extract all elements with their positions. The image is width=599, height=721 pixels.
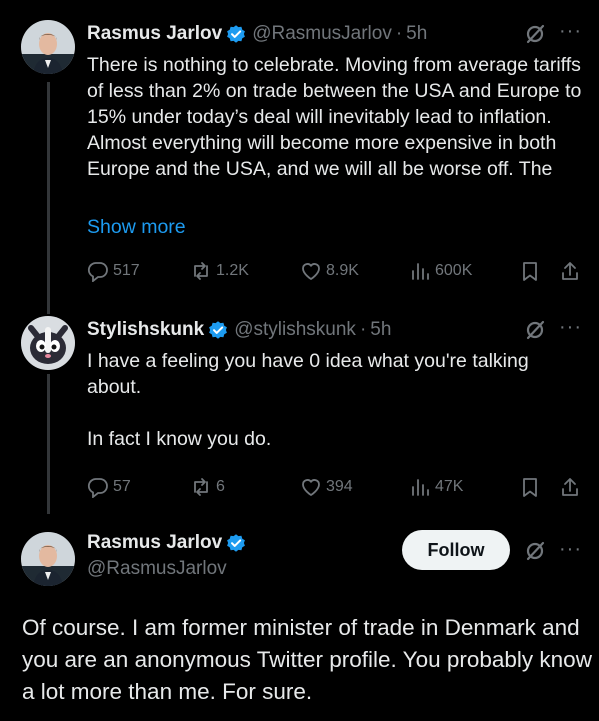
more-options-icon[interactable]: ··· [559, 316, 582, 339]
tweet-text: There is nothing to celebrate. Moving fr… [87, 54, 582, 180]
timestamp[interactable]: 5h [406, 23, 427, 45]
action-bar: 517 1.2K 8.9K 600K [87, 260, 587, 286]
verified-badge-icon [226, 24, 247, 44]
view-count: 600K [435, 262, 473, 279]
separator: · [359, 319, 367, 340]
author-handle[interactable]: @stylishskunk [234, 319, 356, 341]
author-name-row: Rasmus Jarlov [87, 532, 247, 554]
tweet-rasmus-reply-focused[interactable]: Rasmus Jarlov @RasmusJarlov Follow ··· O… [0, 516, 599, 721]
show-more-link[interactable]: Show more [87, 216, 186, 239]
separator: · [395, 23, 403, 44]
repost-count: 6 [216, 478, 225, 495]
repost-icon [194, 262, 208, 280]
thread-line [47, 82, 50, 314]
tweet-text-line1: I have a feeling you have 0 idea what yo… [87, 350, 529, 398]
author-handle[interactable]: @RasmusJarlov [252, 23, 392, 45]
thread-line [47, 374, 50, 514]
tweet-stylishskunk-reply[interactable]: Stylishskunk @stylishskunk · 5h ··· I ha… [0, 316, 599, 514]
repost-button[interactable]: 1.2K [190, 260, 249, 282]
timestamp[interactable]: 5h [370, 319, 391, 341]
bookmark-icon [523, 478, 537, 497]
avatar[interactable] [21, 316, 75, 370]
repost-count: 1.2K [216, 262, 249, 279]
verified-badge-icon [226, 533, 247, 553]
like-button[interactable]: 394 [300, 476, 353, 498]
like-count: 8.9K [326, 262, 359, 279]
like-icon [302, 479, 320, 496]
author-name[interactable]: Rasmus Jarlov [87, 23, 222, 45]
verified-badge-icon [208, 320, 229, 340]
bookmark-button[interactable] [519, 476, 545, 498]
author-name[interactable]: Stylishskunk [87, 319, 204, 341]
reply-button[interactable]: 57 [87, 476, 131, 498]
views-icon [412, 479, 429, 496]
avatar[interactable] [21, 20, 75, 74]
like-button[interactable]: 8.9K [300, 260, 359, 282]
share-icon [562, 262, 578, 280]
avatar[interactable] [21, 532, 75, 586]
share-button[interactable] [559, 260, 585, 282]
reply-count: 517 [113, 262, 140, 279]
author-name[interactable]: Rasmus Jarlov [87, 532, 222, 554]
views-button[interactable]: 47K [409, 476, 463, 498]
grok-icon[interactable] [524, 540, 546, 562]
author-handle[interactable]: @RasmusJarlov [87, 558, 227, 580]
more-options-icon[interactable]: ··· [559, 538, 582, 561]
like-count: 394 [326, 478, 353, 495]
tweet-text-line2: In fact I know you do. [87, 428, 272, 450]
repost-icon [194, 478, 208, 496]
follow-button[interactable]: Follow [402, 530, 510, 570]
reply-icon [87, 262, 108, 282]
share-icon [562, 478, 578, 496]
tweet-header: Rasmus Jarlov @RasmusJarlov · 5h [87, 20, 427, 48]
grok-icon[interactable] [524, 319, 546, 341]
reply-button[interactable]: 517 [87, 260, 140, 282]
share-button[interactable] [559, 476, 585, 498]
views-button[interactable]: 600K [409, 260, 472, 282]
tweet-header: Stylishskunk @stylishskunk · 5h [87, 316, 391, 344]
tweet-text: Of course. I am former minister of trade… [22, 615, 592, 704]
views-icon [412, 263, 429, 280]
reply-count: 57 [113, 478, 131, 495]
action-bar: 57 6 394 47K [87, 476, 587, 502]
bookmark-button[interactable] [519, 260, 545, 282]
grok-icon[interactable] [524, 23, 546, 45]
like-icon [302, 263, 320, 280]
more-options-icon[interactable]: ··· [559, 20, 582, 43]
view-count: 47K [435, 478, 464, 495]
tweet-rasmus-original[interactable]: Rasmus Jarlov @RasmusJarlov · 5h ··· The… [0, 20, 599, 314]
repost-button[interactable]: 6 [190, 476, 225, 498]
bookmark-icon [523, 262, 537, 281]
reply-icon [87, 478, 108, 498]
